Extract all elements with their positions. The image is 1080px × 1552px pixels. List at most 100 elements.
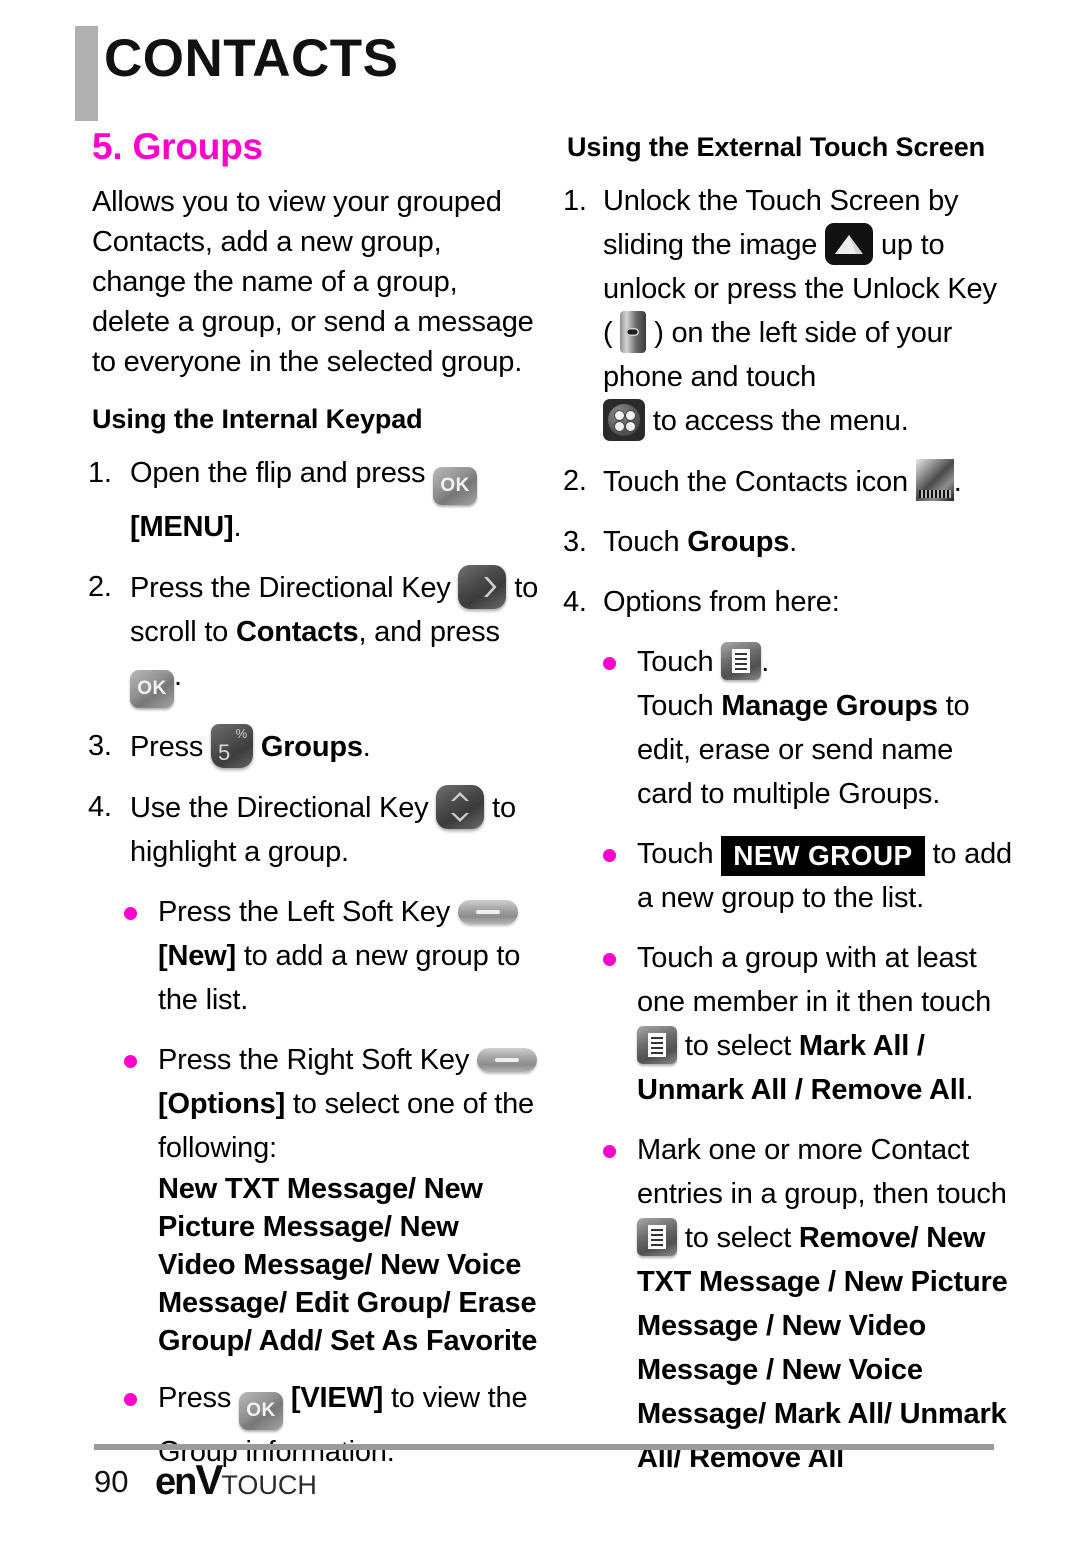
footer-divider [94,1444,994,1450]
list-number: 3. [88,730,112,762]
step-text: to access the menu. [652,405,909,437]
bullet-text: Touch a group with at least one member i… [637,942,992,1018]
step-bold-text: [MENU] [130,511,234,543]
list-item: 3. Press 5 % Groups. [88,724,543,769]
keypad-alt-symbol: % [235,726,248,741]
bullet-dot-icon [124,1393,137,1406]
keypad-digit: 5 [218,740,231,765]
follow-text: Touch [637,690,714,722]
list-item: 3. Touch Groups. [563,520,1013,564]
step-text: Press the Directional Key [130,572,451,604]
list-item: 2. Press the Directional Key to scroll t… [88,565,543,708]
list-item: Mark one or more Contact entries in a gr… [599,1128,1013,1480]
list-number: 4. [563,586,587,618]
list-menu-page [732,649,751,673]
page-header: CONTACTS [0,0,1080,130]
subheading-internal-keypad: Using the Internal Keypad [92,404,423,434]
bullet-text: Press [158,1382,232,1414]
step-text: Touch [603,526,680,558]
unlock-arrow-icon [825,223,874,265]
step-text: Open the flip and press [130,457,426,489]
list-item: 1. Unlock the Touch Screen by sliding th… [563,179,1013,443]
contacts-icon [915,459,954,501]
list-item: Touch . Touch Manage Groups to edit, era… [599,640,1013,816]
bullet-bold-text: [New] [158,940,236,972]
step-bold-text: Groups [260,731,363,763]
bullet-dot-icon [603,1145,616,1158]
bullet-bold-text: [VIEW] [290,1382,384,1414]
menu-dot [615,422,624,431]
page-title: CONTACTS [104,29,399,88]
section-title: 5. Groups [92,126,263,167]
subheading-external-touch-screen: Using the External Touch Screen [567,132,985,162]
brand-logo: enVTOUCH [155,1458,317,1512]
header-accent-bar [75,26,98,121]
step-text-tail: . [953,466,962,498]
step-text: Press [130,731,204,763]
unlock-key-icon [620,311,647,353]
step-text-tail: . [789,526,798,558]
ok-key-icon: OK [130,670,174,708]
soft-key-icon [477,1048,537,1072]
soft-key-icon [457,900,518,924]
step-bold-text: Contacts [235,616,359,648]
step-text: Options from here: [603,586,840,618]
step-text: , and press [358,616,500,648]
bullet-dot-icon [124,907,137,920]
list-item: 4. Use the Directional Key to highlight … [88,785,543,874]
menu-dots-circle [608,404,640,436]
menu-dots-icon [603,399,645,441]
bullet-text: Press the Right Soft Key [158,1044,470,1076]
bullet-dot-icon [603,953,616,966]
bullet-text: Touch [637,646,714,678]
list-number: 1. [88,457,112,489]
list-menu-page [648,1033,666,1057]
ok-key-icon: OK [433,467,478,505]
ok-key-icon: OK [239,1392,283,1430]
list-number: 1. [563,185,587,217]
brand-logo-env: enV [155,1456,223,1504]
list-number: 2. [88,571,112,603]
list-number: 2. [563,465,587,497]
step-text: Touch the Contacts icon [603,466,908,498]
left-column: 5. Groups Allows you to view your groupe… [88,126,543,1490]
options-list-text: New TXT Message/ New Picture Message/ Ne… [158,1173,538,1357]
list-item: Press the Right Soft Key [Options] to se… [120,1038,543,1360]
follow-bold-text: Manage Groups [721,690,938,722]
brand-logo-touch: TOUCH [221,1470,317,1500]
bullet-bold-text: Remove/ New TXT Message / New Picture Me… [637,1222,1008,1474]
list-menu-icon [721,642,762,680]
page-number: 90 [94,1464,129,1499]
list-number: 3. [563,526,587,558]
list-item: 1. Open the flip and press OK [MENU]. [88,451,543,549]
step-text-tail: . [362,731,371,763]
list-item: Press the Left Soft Key [New] to add a n… [120,890,543,1022]
list-number: 4. [88,791,112,823]
keypad-5-key-icon: 5 % [211,724,253,768]
right-column: Using the External Touch Screen 1. Unloc… [563,126,1013,1496]
brand-logo-v: V [195,1456,223,1503]
list-item: 2. Touch the Contacts icon . [563,459,1013,504]
bullet-dot-icon [603,849,616,862]
menu-dot [615,411,624,420]
bullet-text-tail: . [965,1074,974,1106]
bullet-follow-paragraph: Touch Manage Groups to edit, erase or se… [637,684,1013,816]
bullet-text-tail: . [761,646,770,678]
directional-key-updown-icon [436,785,485,829]
list-item: Touch a group with at least one member i… [599,936,1013,1112]
step-text: ) on the left side of your phone and tou… [603,317,953,393]
list-menu-icon [637,1026,677,1064]
step-text-tail: . [174,660,182,692]
bullet-text: to select [684,1222,792,1254]
bullet-text: Press the Left Soft Key [158,896,450,928]
bullet-text: Mark one or more Contact entries in a gr… [637,1134,1007,1210]
list-item: 4. Options from here: [563,580,1013,624]
directional-key-right-icon [458,565,507,609]
list-item: Touch NEW GROUP to add a new group to th… [599,832,1013,920]
bullet-dot-icon [603,657,616,670]
step-text: Use the Directional Key [130,792,429,824]
step-bold-text: Groups [687,526,790,558]
step-text-tail: . [233,511,242,543]
new-group-badge[interactable]: NEW GROUP [721,836,925,876]
bullet-bold-text: [Options] [158,1088,286,1120]
